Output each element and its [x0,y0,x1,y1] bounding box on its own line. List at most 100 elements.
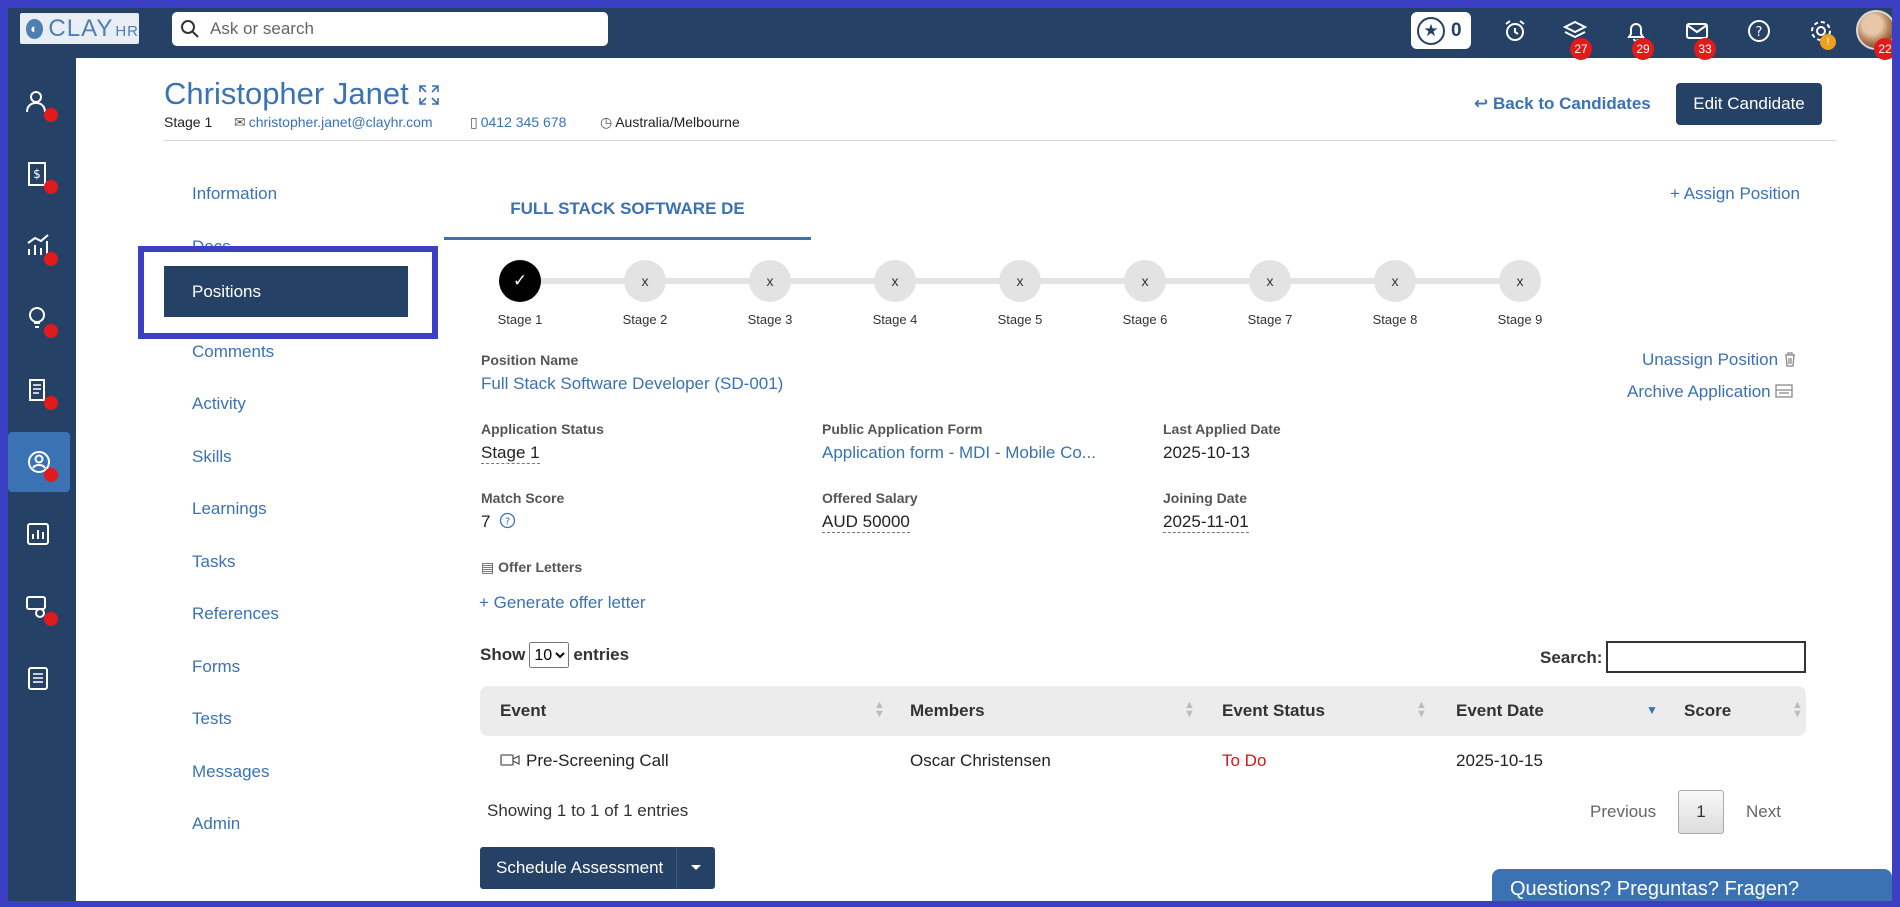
svg-text:?: ? [505,517,510,528]
svg-text:$: $ [33,167,41,181]
pagination-next[interactable]: Next [1746,802,1781,822]
sidenav-item-learnings[interactable]: Learnings [192,499,267,519]
position-name-link[interactable]: Full Stack Software Developer (SD-001) [481,374,783,394]
column-header-event-date[interactable]: Event Date [1456,701,1544,721]
caret-down-icon[interactable] [676,847,714,889]
rail-item-reports[interactable] [8,504,68,564]
stage-pending-marker[interactable]: x [999,260,1041,302]
public-form-link[interactable]: Application form - MDI - Mobile Co... [822,443,1096,463]
reports-icon [27,523,49,545]
rail-item-people[interactable] [8,72,68,132]
stage-pending-marker[interactable]: x [624,260,666,302]
stage-pending-marker[interactable]: x [1124,260,1166,302]
sidenav-item-tasks[interactable]: Tasks [192,552,235,572]
event-status: To Do [1222,751,1267,770]
match-score-number: 7 [481,512,491,531]
column-header-event[interactable]: Event [500,701,546,721]
messages-badge: 33 [1694,38,1716,60]
global-search[interactable] [172,12,608,46]
edit-candidate-button[interactable]: Edit Candidate [1676,83,1822,125]
rail-item-support[interactable] [8,576,68,636]
event-name[interactable]: Pre-Screening Call [526,751,669,771]
question-circle-icon[interactable]: ? [499,512,516,529]
joining-date-value[interactable]: 2025-11-01 [1163,512,1249,533]
entries-label: entries [573,645,630,664]
sort-icon[interactable]: ▲ ▼ [1416,700,1427,720]
phone-icon: ▯ [470,114,478,130]
help-chat-widget[interactable]: Questions? Preguntas? Fragen? [1492,869,1892,901]
sidenav-item-messages[interactable]: Messages [192,762,269,782]
candidate-timezone-text: Australia/Melbourne [615,114,740,130]
application-status-value[interactable]: Stage 1 [481,443,540,464]
top-bar: ◐ CLAY HR ★ 0 27 29 33 ? ! 22 [8,8,1892,60]
help-icon[interactable]: ? [1746,18,1772,44]
table-search-input[interactable] [1606,641,1806,673]
candidate-email[interactable]: ✉ christopher.janet@clayhr.com [234,114,433,131]
stage-pending-marker[interactable]: x [1374,260,1416,302]
event-date: 2025-10-15 [1456,751,1543,770]
unassign-position-link[interactable]: Unassign Position [1642,350,1797,370]
settings-badge: ! [1820,34,1836,50]
rail-item-analytics[interactable] [8,216,68,276]
stage-pending-marker[interactable]: x [749,260,791,302]
rail-item-recruitment[interactable] [8,432,70,492]
back-to-candidates-link[interactable]: ↩ Back to Candidates [1474,94,1651,114]
app-window: ◐ CLAY HR ★ 0 27 29 33 ? ! 22 [8,8,1892,901]
stage-label: Stage 2 [622,312,668,327]
column-header-score[interactable]: Score [1684,701,1731,721]
generate-offer-letter-link[interactable]: + Generate offer letter [479,593,646,613]
clayhr-logo[interactable]: ◐ CLAY HR [20,13,139,44]
pagination-previous[interactable]: Previous [1590,802,1656,822]
sidenav-item-information[interactable]: Information [192,184,277,204]
stage-complete-marker[interactable]: ✓ [499,260,541,302]
sidenav-item-admin[interactable]: Admin [192,814,240,834]
table-search-label: Search: [1540,648,1603,667]
offered-salary-value[interactable]: AUD 50000 [822,512,910,533]
page-size-select[interactable]: 10 [529,642,570,668]
alarm-clock-icon[interactable] [1502,18,1528,44]
generate-offer-label: Generate offer letter [493,593,646,612]
sort-icon[interactable]: ▲ ▼ [874,700,885,720]
sidenav-item-references[interactable]: References [192,604,279,624]
stage-label: Stage 8 [1372,312,1418,327]
schedule-assessment-button[interactable]: Schedule Assessment [480,847,715,889]
highlight-box [138,246,438,339]
stage-label: Stage 3 [747,312,793,327]
offer-letters-heading: ▤ Offer Letters [481,559,582,576]
assign-position-link[interactable]: + Assign Position [1670,184,1800,204]
checklist-icon [28,667,48,690]
sidenav-item-tests[interactable]: Tests [192,709,232,729]
sort-icon[interactable]: ▲ ▼ [1792,700,1803,720]
trash-icon [1784,352,1795,367]
column-header-members[interactable]: Members [910,701,985,721]
candidate-timezone: ◷ Australia/Melbourne [600,114,740,131]
pagination-page-1[interactable]: 1 [1678,790,1724,834]
rail-item-documents[interactable] [8,360,68,420]
sidenav-item-comments[interactable]: Comments [192,342,274,362]
stage-label: Stage 7 [1247,312,1293,327]
sidenav-item-skills[interactable]: Skills [192,447,232,467]
sort-icon[interactable]: ▲ ▼ [1184,700,1195,720]
sidenav-item-forms[interactable]: Forms [192,657,240,677]
rail-item-ideas[interactable] [8,288,68,348]
points-widget[interactable]: ★ 0 [1411,12,1471,49]
document-icon: ▤ [481,559,499,575]
stage-label: Stage 5 [997,312,1043,327]
column-header-event-status[interactable]: Event Status [1222,701,1325,721]
back-arrow-icon: ↩ [1474,94,1493,113]
search-input[interactable] [210,19,590,39]
sort-desc-icon[interactable]: ▼ [1646,704,1658,716]
rail-item-checklist[interactable] [8,648,68,708]
tab-position[interactable]: FULL STACK SOFTWARE DE [444,180,811,240]
stage-label: Stage 1 [497,312,543,327]
expand-icon[interactable] [418,84,440,106]
sidenav-item-activity[interactable]: Activity [192,394,246,414]
archive-application-link[interactable]: Archive Application [1627,382,1794,402]
stage-pending-marker[interactable]: x [874,260,916,302]
match-score-label: Match Score [481,490,565,506]
stage-pending-marker[interactable]: x [1249,260,1291,302]
stage-pending-marker[interactable]: x [1499,260,1541,302]
public-form-label: Public Application Form [822,421,983,437]
candidate-phone[interactable]: ▯ 0412 345 678 [470,114,566,131]
rail-item-payroll[interactable]: $ [8,144,68,204]
